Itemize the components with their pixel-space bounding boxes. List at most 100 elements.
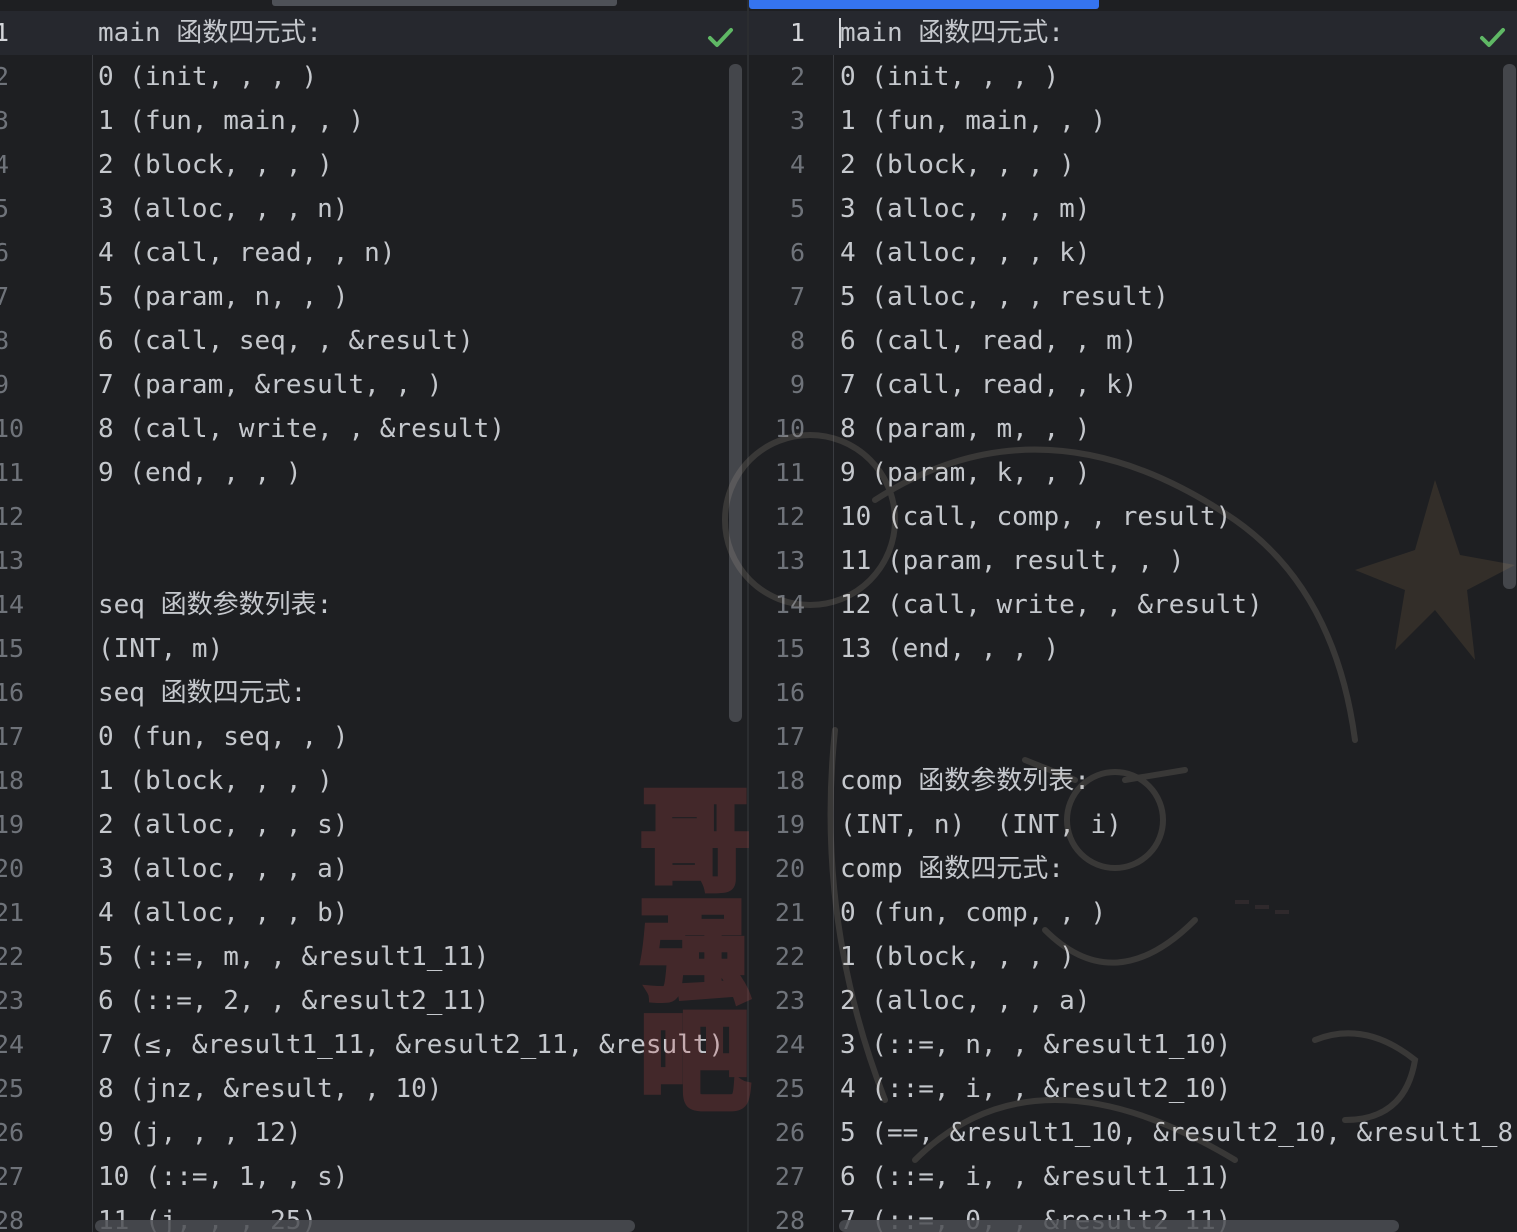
line-code-text[interactable]: 12 (call, write, , &result) [840, 583, 1263, 627]
line-code-text[interactable]: 10 (::=, 1, , s) [98, 1155, 348, 1199]
code-line[interactable]: 25 4 (::=, i, , &result2_10) [749, 1067, 1517, 1111]
line-code-text[interactable]: 9 (j, , , 12) [98, 1111, 302, 1155]
code-line[interactable]: 8 6 (call, seq, , &result) [0, 319, 747, 363]
line-code-text[interactable]: 1 (block, , , ) [840, 935, 1075, 979]
line-code-text[interactable]: 4 (alloc, , , b) [98, 891, 348, 935]
line-code-text[interactable]: main 函数四元式: [98, 11, 322, 55]
line-code-text[interactable]: 10 (call, comp, , result) [840, 495, 1231, 539]
code-line[interactable]: 23 2 (alloc, , , a) [749, 979, 1517, 1023]
right-tab-indicator-active[interactable] [749, 0, 1099, 9]
code-line[interactable]: 26 5 (==, &result1_10, &result2_10, &resu… [749, 1111, 1517, 1155]
line-code-text[interactable]: comp 函数四元式: [840, 847, 1064, 891]
line-code-text[interactable]: main 函数四元式: [840, 11, 1064, 55]
code-line[interactable]: 9 7 (param, &result, , ) [0, 363, 747, 407]
line-code-text[interactable]: 1 (fun, main, , ) [840, 99, 1106, 143]
line-code-text[interactable]: seq 函数四元式: [98, 671, 306, 715]
line-code-text[interactable]: (INT, n) (INT, i) [840, 803, 1122, 847]
code-line[interactable]: 13 [0, 539, 747, 583]
code-line[interactable]: 15 13 (end, , , ) [749, 627, 1517, 671]
line-code-text[interactable]: 2 (block, , , ) [98, 143, 333, 187]
code-line[interactable]: 7 5 (param, n, , ) [0, 275, 747, 319]
line-code-text[interactable]: 9 (param, k, , ) [840, 451, 1090, 495]
code-line[interactable]: 3 1 (fun, main, , ) [749, 99, 1517, 143]
line-code-text[interactable]: 4 (call, read, , n) [98, 231, 395, 275]
code-line[interactable]: 3 1 (fun, main, , ) [0, 99, 747, 143]
line-code-text[interactable]: 0 (fun, comp, , ) [840, 891, 1106, 935]
line-code-text[interactable]: comp 函数参数列表: [840, 759, 1090, 803]
code-line[interactable]: 11 9 (param, k, , ) [749, 451, 1517, 495]
code-line[interactable]: 2 0 (init, , , ) [749, 55, 1517, 99]
line-code-text[interactable]: 5 (alloc, , , result) [840, 275, 1169, 319]
code-line[interactable]: 22 1 (block, , , ) [749, 935, 1517, 979]
line-code-text[interactable]: 6 (call, read, , m) [840, 319, 1137, 363]
code-line[interactable]: 4 2 (block, , , ) [749, 143, 1517, 187]
line-code-text[interactable]: 3 (alloc, , , n) [98, 187, 348, 231]
line-code-text[interactable]: 2 (block, , , ) [840, 143, 1075, 187]
code-line[interactable]: 9 7 (call, read, , k) [749, 363, 1517, 407]
right-vertical-scrollbar[interactable] [1503, 64, 1516, 589]
line-code-text[interactable]: 2 (alloc, , , s) [98, 803, 348, 847]
line-code-text[interactable]: 6 (::=, i, , &result1_11) [840, 1155, 1231, 1199]
line-code-text[interactable]: 4 (::=, i, , &result2_10) [840, 1067, 1231, 1111]
line-code-text[interactable]: 5 (==, &result1_10, &result2_10, &result… [840, 1111, 1513, 1155]
code-line[interactable]: 5 3 (alloc, , , m) [749, 187, 1517, 231]
line-code-text[interactable]: 3 (::=, n, , &result1_10) [840, 1023, 1231, 1067]
line-code-text[interactable]: 4 (alloc, , , k) [840, 231, 1090, 275]
code-line[interactable]: 11 9 (end, , , ) [0, 451, 747, 495]
line-code-text[interactable]: 8 (call, write, , &result) [98, 407, 505, 451]
line-code-text[interactable]: 0 (init, , , ) [98, 55, 317, 99]
code-line[interactable]: 4 2 (block, , , ) [0, 143, 747, 187]
code-line[interactable]: 10 8 (param, m, , ) [749, 407, 1517, 451]
inspection-ok-checkmark-icon[interactable] [1477, 22, 1507, 52]
line-code-text[interactable]: 7 (param, &result, , ) [98, 363, 442, 407]
line-code-text[interactable]: 5 (::=, m, , &result1_11) [98, 935, 489, 979]
code-line[interactable]: 24 3 (::=, n, , &result1_10) [749, 1023, 1517, 1067]
line-code-text[interactable]: 13 (end, , , ) [840, 627, 1059, 671]
line-code-text[interactable]: 0 (init, , , ) [840, 55, 1059, 99]
line-code-text[interactable]: 6 (call, seq, , &result) [98, 319, 474, 363]
code-line[interactable]: 6 4 (call, read, , n) [0, 231, 747, 275]
code-line[interactable]: 1 main 函数四元式: [0, 11, 747, 55]
code-line[interactable]: 16 [749, 671, 1517, 715]
right-horizontal-scrollbar[interactable] [839, 1220, 1399, 1232]
code-line[interactable]: 1 main 函数四元式: [749, 11, 1517, 55]
code-line[interactable]: 12 [0, 495, 747, 539]
code-line[interactable]: 14 seq 函数参数列表: [0, 583, 747, 627]
line-code-text[interactable]: (INT, m) [98, 627, 223, 671]
line-code-text[interactable]: 1 (block, , , ) [98, 759, 333, 803]
line-code-text[interactable]: 6 (::=, 2, , &result2_11) [98, 979, 489, 1023]
code-line[interactable]: 6 4 (alloc, , , k) [749, 231, 1517, 275]
code-line[interactable]: 19 (INT, n) (INT, i) [749, 803, 1517, 847]
right-editor-pane[interactable]: 1 main 函数四元式: 2 0 (init, , , ) 3 1 (fun, main… [749, 0, 1517, 1232]
left-horizontal-scrollbar[interactable] [95, 1220, 635, 1232]
code-line[interactable]: 16 seq 函数四元式: [0, 671, 747, 715]
line-code-text[interactable]: 8 (jnz, &result, , 10) [98, 1067, 442, 1111]
code-line[interactable]: 10 8 (call, write, , &result) [0, 407, 747, 451]
line-code-text[interactable]: 7 (call, read, , k) [840, 363, 1137, 407]
code-line[interactable]: 21 0 (fun, comp, , ) [749, 891, 1517, 935]
code-line[interactable]: 13 11 (param, result, , ) [749, 539, 1517, 583]
code-line[interactable]: 17 [749, 715, 1517, 759]
line-code-text[interactable]: 9 (end, , , ) [98, 451, 302, 495]
line-code-text[interactable]: 3 (alloc, , , a) [98, 847, 348, 891]
line-code-text[interactable]: 2 (alloc, , , a) [840, 979, 1090, 1023]
left-vertical-scrollbar[interactable] [729, 64, 742, 722]
line-code-text[interactable]: 1 (fun, main, , ) [98, 99, 364, 143]
line-code-text[interactable]: 11 (param, result, , ) [840, 539, 1184, 583]
code-line[interactable]: 27 10 (::=, 1, , s) [0, 1155, 747, 1199]
code-line[interactable]: 7 5 (alloc, , , result) [749, 275, 1517, 319]
code-line[interactable]: 14 12 (call, write, , &result) [749, 583, 1517, 627]
code-line[interactable]: 5 3 (alloc, , , n) [0, 187, 747, 231]
code-line[interactable]: 18 comp 函数参数列表: [749, 759, 1517, 803]
code-line[interactable]: 15 (INT, m) [0, 627, 747, 671]
line-code-text[interactable]: 8 (param, m, , ) [840, 407, 1090, 451]
inspection-ok-checkmark-icon[interactable] [705, 22, 735, 52]
code-line[interactable]: 27 6 (::=, i, , &result1_11) [749, 1155, 1517, 1199]
line-code-text[interactable]: 3 (alloc, , , m) [840, 187, 1090, 231]
code-line[interactable]: 2 0 (init, , , ) [0, 55, 747, 99]
line-code-text[interactable]: seq 函数参数列表: [98, 583, 332, 627]
code-line[interactable]: 20 comp 函数四元式: [749, 847, 1517, 891]
line-code-text[interactable]: 0 (fun, seq, , ) [98, 715, 348, 759]
left-tab-indicator[interactable] [272, 0, 617, 6]
code-line[interactable]: 8 6 (call, read, , m) [749, 319, 1517, 363]
